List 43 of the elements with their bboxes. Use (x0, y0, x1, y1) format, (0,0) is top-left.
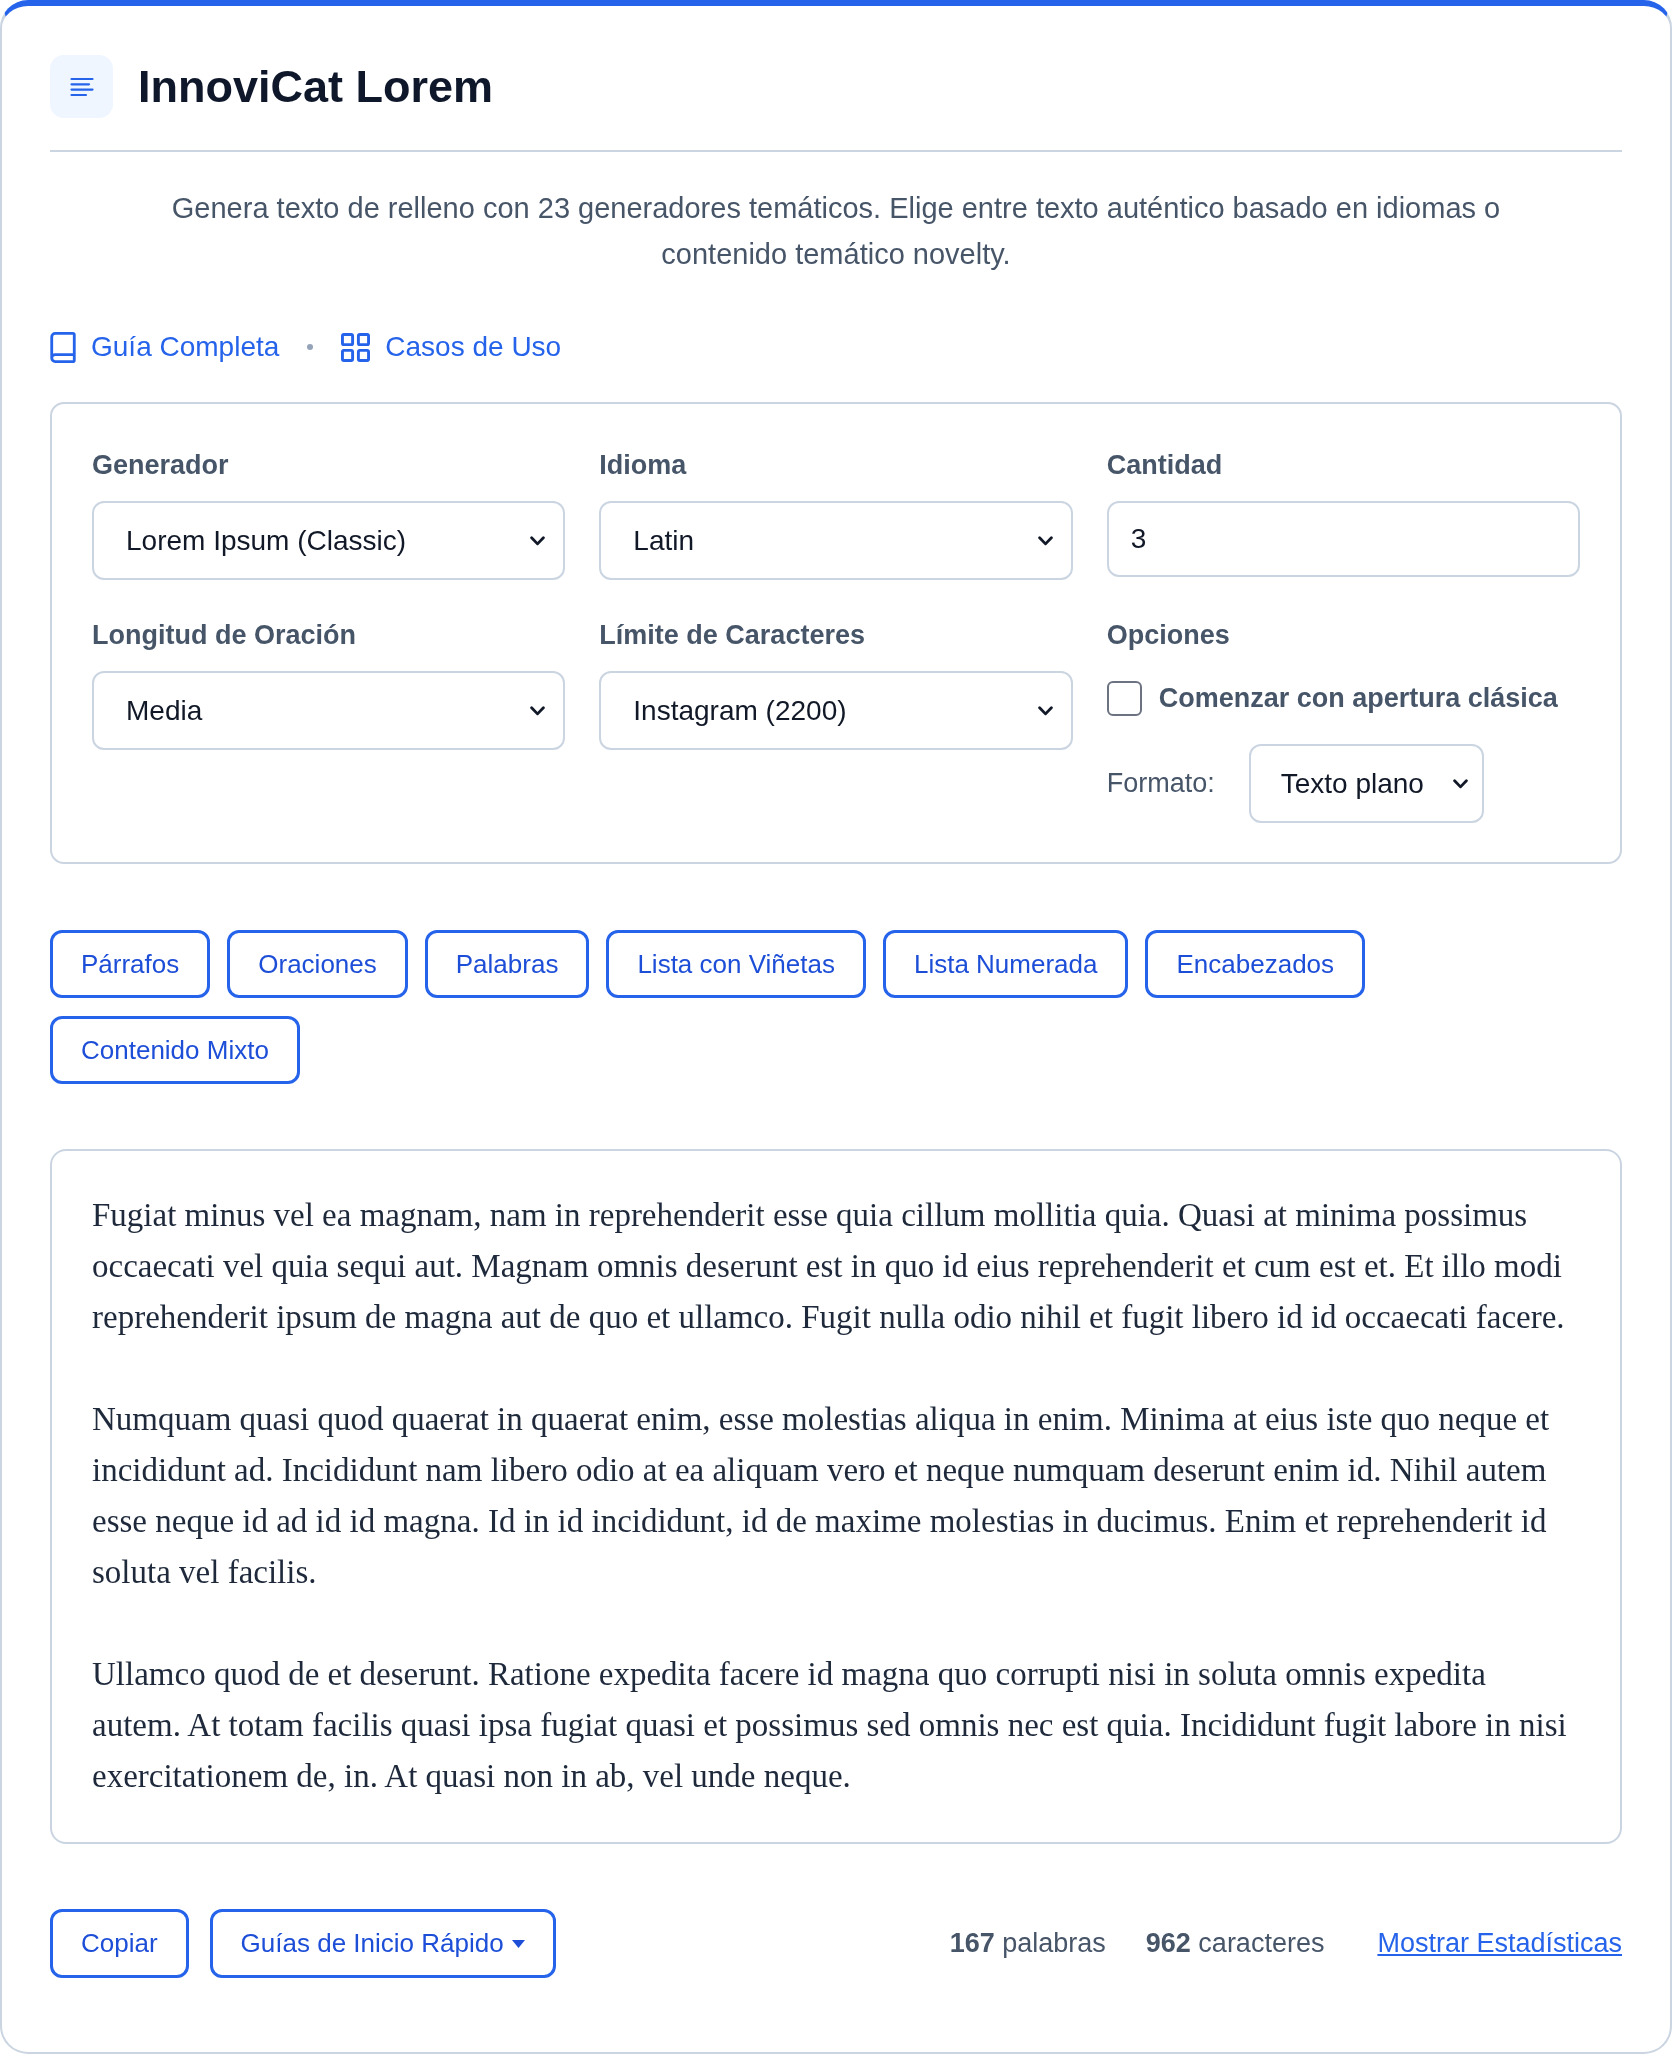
field-label: Longitud de Oración (92, 619, 357, 652)
number-input[interactable]: 3 (1106, 501, 1580, 577)
caret-icon (511, 1939, 525, 1948)
mode-button[interactable]: Palabras (424, 930, 590, 998)
text-lines-icon (50, 55, 113, 118)
nav-link[interactable]: Guía Completa (50, 327, 280, 367)
mode-button[interactable]: Lista con Viñetas (606, 930, 866, 998)
app-title: InnoviCat Lorem (138, 59, 494, 114)
chevron-down-icon (1037, 705, 1053, 716)
dropdown-select[interactable]: Latin (599, 501, 1073, 580)
field-label: Generador (92, 449, 230, 482)
copy-button[interactable]: Copiar (50, 1909, 189, 1978)
grid-icon (341, 332, 371, 362)
dropdown-select[interactable]: Media (92, 671, 566, 750)
chevron-down-icon (530, 705, 546, 716)
mode-button[interactable]: Contenido Mixto (50, 1016, 300, 1084)
mode-button[interactable]: Lista Numerada (882, 930, 1129, 998)
output-paragraph: Ullamco quod de et deserunt. Ratione expedita facere id magna quo corrupti nisi in soluta omnis expedita autem. At totam facilis quasi ipsa fugiat quasi et possimus sed omnis nec est quia. Incididunt fugit labore in nisi exercitationem de, in. At quasi non in ab, vel unde neque. (92, 1655, 1568, 1796)
mode-button[interactable]: Párrafos (50, 930, 211, 998)
stat-text: 167 palabras (949, 1927, 1106, 1961)
stat-text: 962 caracteres (1145, 1927, 1325, 1961)
book-icon (50, 331, 76, 363)
output-paragraph: Fugiat minus vel ea magnam, nam in reprehenderit esse quia cillum mollitia quia. Quasi at minima possimus occaecati vel quia sequi aut. Magnam omnis deserunt est in quo id eius reprehenderit et cum est et. Et illo modi reprehenderit ipsum de magna aut de quo et ullamco. Fugit nulla odio nihil et fugit libero id id occaecati facere. (92, 1196, 1566, 1337)
dropdown-select[interactable]: Lorem Ipsum (Classic) (92, 501, 566, 580)
chevron-down-icon (1452, 778, 1468, 789)
dropdown-button[interactable]: Guías de Inicio Rápido (209, 1909, 556, 1978)
output-paragraph: Numquam quasi quod quaerat in quaerat enim, esse molestias aliqua in enim. Minima at eius iste quo neque et incididunt ad. Incididunt nam libero odio at ea aliquam vero et neque numquam deserunt enim id. Nihil autem esse neque id ad id id magna. Id in id incididunt, id de maxime molestias in ducimus. Enim et reprehenderit id soluta vel facilis. (92, 1400, 1551, 1592)
field-label: Cantidad (1106, 449, 1224, 482)
dropdown-select[interactable]: Texto plano (1248, 744, 1484, 823)
field-label: Idioma (599, 449, 688, 482)
field-label: Opciones (1106, 619, 1231, 652)
chevron-down-icon (530, 535, 546, 546)
dropdown-select[interactable]: Instagram (2200) (599, 671, 1073, 750)
description-text: Genera texto de relleno con 23 generadores temáticos. Elige entre texto auténtico basado en idiomas o contenido temático novelty. (170, 191, 1502, 272)
chevron-down-icon (1037, 535, 1053, 546)
checkbox-label: Comenzar con apertura clásica (1158, 682, 1558, 715)
field-label: Límite de Caracteres (599, 619, 866, 652)
mode-button[interactable]: Encabezados (1145, 930, 1366, 998)
nav-link[interactable]: Casos de Uso (341, 327, 562, 367)
stats-link[interactable]: Mostrar Estadísticas (1377, 1923, 1622, 1964)
mode-button[interactable]: Oraciones (227, 930, 408, 998)
format-label: Formato: (1106, 767, 1215, 801)
checkbox[interactable] (1106, 680, 1142, 716)
